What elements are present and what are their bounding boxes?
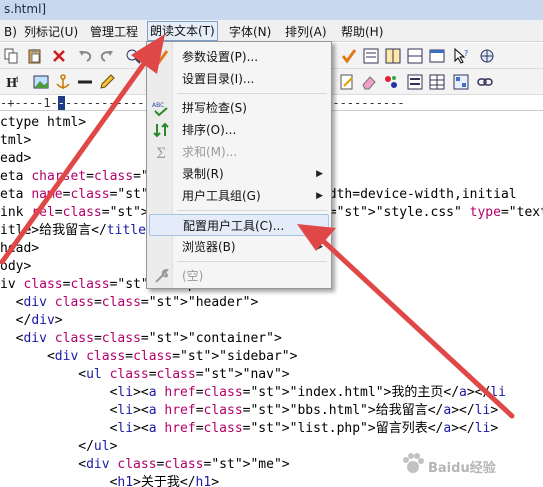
image-icon[interactable] bbox=[32, 73, 50, 91]
menu-item[interactable]: 参数设置(P)... bbox=[149, 46, 329, 68]
code-line[interactable]: </div> bbox=[0, 312, 63, 330]
menu-item-b[interactable]: B) bbox=[2, 23, 19, 41]
window-icon[interactable] bbox=[428, 47, 446, 65]
menu-item-label: 浏览器(B) bbox=[182, 240, 236, 254]
code-line[interactable]: <h1>关于我</h1> bbox=[0, 474, 219, 487]
code-line[interactable]: ody> bbox=[0, 258, 31, 276]
menu-item-label: 用户工具组(G) bbox=[182, 189, 261, 203]
menu-item-label: 设置目录(I)... bbox=[182, 72, 255, 86]
menu-separator bbox=[177, 261, 327, 262]
menu-separator bbox=[177, 210, 327, 211]
edit-doc-icon[interactable] bbox=[338, 73, 356, 91]
grid-icon[interactable] bbox=[452, 73, 470, 91]
menu-separator bbox=[177, 93, 327, 94]
menu-item-arrange[interactable]: 排列(A) bbox=[283, 23, 329, 41]
code-line[interactable]: </ul> bbox=[0, 438, 117, 456]
paw-logo-icon bbox=[403, 453, 424, 473]
menu-item-label: 排序(O)... bbox=[182, 123, 237, 137]
menu-item-label: 录制(R) bbox=[182, 167, 224, 181]
code-line[interactable]: tml> bbox=[0, 132, 31, 150]
code-line[interactable]: ctype html> bbox=[0, 114, 86, 132]
svg-text:ABC: ABC bbox=[152, 102, 164, 109]
menu-item[interactable]: 排序(O)... bbox=[149, 119, 329, 141]
spellcheck-icon: ABC bbox=[152, 99, 170, 117]
view-single-icon[interactable] bbox=[362, 47, 380, 65]
ruler-left: -+----1- bbox=[0, 96, 58, 110]
sort-icon bbox=[152, 121, 170, 139]
checkmark-icon[interactable] bbox=[340, 47, 358, 65]
watermark-text: Baidu经验 bbox=[428, 461, 496, 476]
tools-icon[interactable] bbox=[382, 73, 400, 91]
menu-item: Σ 求和(M)... bbox=[149, 141, 329, 163]
menu-item-label: 拼写检查(S) bbox=[182, 101, 247, 115]
wrench-icon bbox=[152, 267, 170, 285]
menu-item[interactable]: 浏览器(B) ▶ bbox=[149, 236, 329, 258]
horizontal-rule-icon[interactable] bbox=[76, 73, 94, 91]
menu-item-manage-project[interactable]: 管理工程 bbox=[88, 23, 140, 41]
window-title: s.html] bbox=[4, 2, 47, 16]
paste-icon[interactable] bbox=[26, 47, 44, 65]
menu-item: (空) bbox=[149, 265, 329, 287]
redo-icon[interactable] bbox=[98, 47, 116, 65]
table-icon[interactable] bbox=[428, 73, 446, 91]
menu-item-label: (空) bbox=[182, 269, 204, 283]
pencil-icon[interactable] bbox=[98, 73, 116, 91]
help-pointer-icon[interactable]: ? bbox=[452, 47, 470, 65]
heading-icon[interactable]: H1 bbox=[4, 73, 22, 91]
form-icon[interactable] bbox=[406, 73, 424, 91]
code-line[interactable]: ead> bbox=[0, 150, 31, 168]
code-line[interactable]: <div class=class="st">"header"> bbox=[0, 294, 259, 312]
code-line[interactable]: <li><a href=class="st">"list.php">留言列表</… bbox=[0, 420, 499, 438]
menu-item[interactable]: 用户工具组(G) ▶ bbox=[149, 185, 329, 207]
code-line[interactable]: <li><a href=class="st">"bbs.html">给我留言</… bbox=[0, 402, 499, 420]
svg-text:Σ: Σ bbox=[156, 146, 166, 161]
code-line[interactable]: <li><a href=class="st">"index.html">我的主页… bbox=[0, 384, 506, 402]
menu-item-column-marker[interactable]: 列标记(U) bbox=[22, 23, 80, 41]
anchor-icon[interactable] bbox=[54, 73, 72, 91]
copy-icon[interactable] bbox=[2, 47, 20, 65]
svg-text:1: 1 bbox=[15, 76, 19, 84]
submenu-arrow-icon: ▶ bbox=[316, 242, 323, 252]
code-line[interactable]: <div class=class="st">"sidebar"> bbox=[0, 348, 298, 366]
delete-icon[interactable] bbox=[50, 47, 68, 65]
ruler-cursor-marker: - bbox=[57, 96, 66, 110]
find-icon[interactable] bbox=[124, 47, 142, 65]
menu-item-label: 配置用户工具(C)... bbox=[183, 219, 285, 233]
svg-text:?: ? bbox=[464, 49, 468, 58]
watermark: Baidu经验 bbox=[392, 447, 532, 481]
view-split-icon[interactable] bbox=[384, 47, 402, 65]
undo-icon[interactable] bbox=[76, 47, 94, 65]
link-icon[interactable] bbox=[476, 73, 494, 91]
menu-item-read-text[interactable]: 朗读文本(T) bbox=[147, 21, 218, 41]
menu-item[interactable]: 配置用户工具(C)... bbox=[149, 214, 329, 236]
menu-item[interactable]: 录制(R) ▶ bbox=[149, 163, 329, 185]
menu-item-font[interactable]: 字体(N) bbox=[227, 23, 273, 41]
menu-item-label: 参数设置(P)... bbox=[182, 50, 259, 64]
view-tile-icon[interactable] bbox=[406, 47, 424, 65]
erase-icon[interactable] bbox=[360, 73, 378, 91]
read-text-menu: 参数设置(P)... 设置目录(I)... ABC 拼写检查(S) 排序(O)... Σ 求… bbox=[146, 41, 332, 289]
code-line[interactable]: itle>给我留言</title> bbox=[0, 222, 154, 240]
web-icon[interactable] bbox=[478, 47, 496, 65]
check-icon bbox=[152, 48, 170, 66]
menu-item-help[interactable]: 帮助(H) bbox=[339, 23, 385, 41]
window-title-bar: s.html] bbox=[0, 0, 543, 20]
menu-item-label: 求和(M)... bbox=[182, 145, 238, 159]
menu-item[interactable]: ABC 拼写检查(S) bbox=[149, 97, 329, 119]
submenu-arrow-icon: ▶ bbox=[316, 169, 323, 179]
menu-bar: B) 列标记(U) 管理工程 朗读文本(T) 字体(N) 排列(A) 帮助(H) bbox=[0, 20, 543, 42]
code-line[interactable]: <div class=class="st">"container"> bbox=[0, 330, 282, 348]
menu-item[interactable]: 设置目录(I)... bbox=[149, 68, 329, 90]
code-line[interactable]: <ul class=class="st">"nav"> bbox=[0, 366, 289, 384]
code-line[interactable]: head> bbox=[0, 240, 39, 258]
code-line[interactable]: <div class=class="st">"me"> bbox=[0, 456, 289, 474]
sigma-icon: Σ bbox=[152, 143, 170, 162]
submenu-arrow-icon: ▶ bbox=[316, 191, 323, 201]
